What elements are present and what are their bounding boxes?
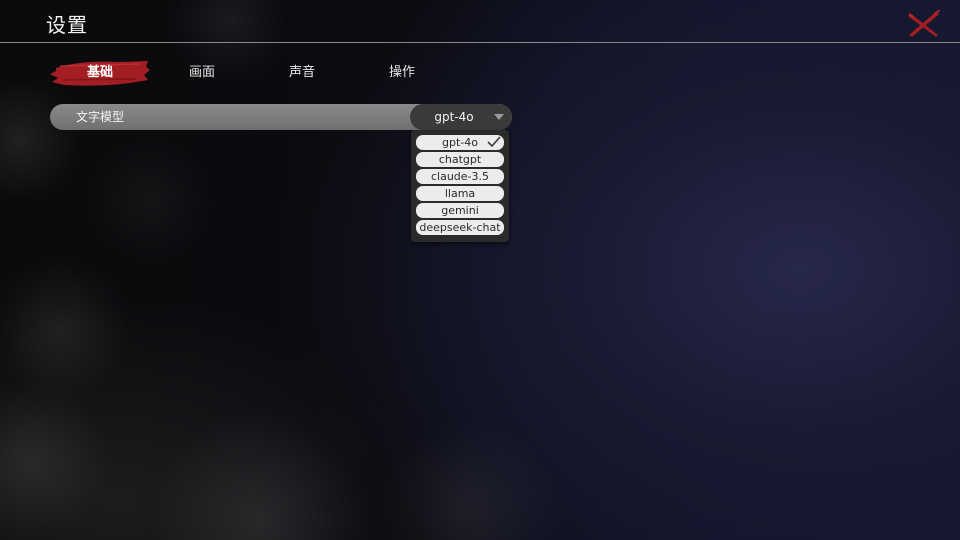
setting-label-text-model: 文字模型 (76, 110, 125, 124)
text-model-options-list: gpt-4o chatgpt claude-3.5 llama gemini d… (411, 130, 509, 242)
option-label: claude-3.5 (430, 170, 490, 183)
dropdown-selected-value: gpt-4o (434, 110, 474, 124)
option-chatgpt[interactable]: chatgpt (416, 152, 504, 167)
option-gpt-4o[interactable]: gpt-4o (416, 135, 504, 150)
tab-basic-label: 基础 (86, 65, 113, 80)
option-label: chatgpt (438, 153, 482, 166)
tab-display[interactable]: 画面 (152, 58, 252, 88)
tab-sound[interactable]: 声音 (252, 58, 352, 88)
tab-basic[interactable]: 基础 (50, 58, 150, 88)
option-label: llama (444, 187, 476, 200)
tab-display-label: 画面 (188, 65, 215, 80)
close-button[interactable] (906, 8, 942, 40)
tab-controls-label: 操作 (388, 65, 415, 80)
option-llama[interactable]: llama (416, 186, 504, 201)
checkmark-icon (487, 136, 501, 148)
tab-controls[interactable]: 操作 (352, 58, 452, 88)
tab-sound-label: 声音 (288, 65, 315, 80)
chevron-down-icon (494, 114, 504, 120)
page-title: 设置 (46, 13, 88, 37)
option-deepseek-chat[interactable]: deepseek-chat (416, 220, 504, 235)
close-x-icon (908, 9, 941, 37)
option-label: deepseek-chat (419, 221, 501, 234)
option-claude-3-5[interactable]: claude-3.5 (416, 169, 504, 184)
tab-bar: 基础 画面 声音 操作 (50, 58, 470, 88)
header-bar: 设置 (0, 0, 960, 43)
option-label: gpt-4o (442, 136, 478, 149)
text-model-dropdown[interactable]: gpt-4o (410, 104, 512, 130)
option-gemini[interactable]: gemini (416, 203, 504, 218)
setting-row-text-model: 文字模型 gpt-4o (50, 104, 512, 130)
option-label: gemini (441, 204, 479, 217)
